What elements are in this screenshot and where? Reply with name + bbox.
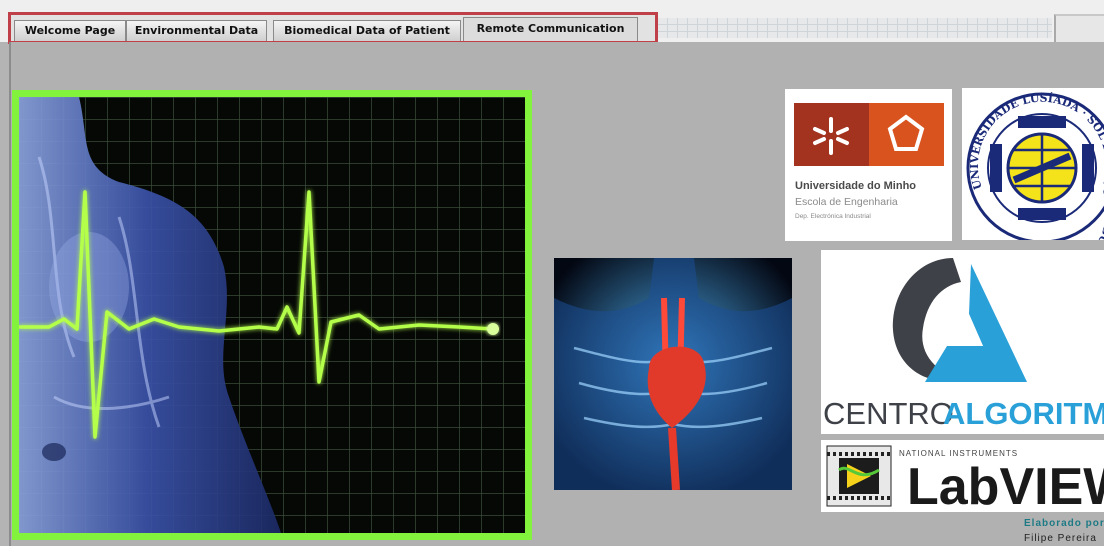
tab-strip-background: [657, 18, 1052, 38]
labview-wordmark: LabVIEW: [907, 458, 1104, 512]
centro-text-part1: CENTRO: [823, 396, 954, 431]
credit-label: Elaborado por:: [1024, 518, 1104, 529]
tab-remote-communication[interactable]: Remote Communication: [463, 17, 638, 41]
window-corner-control[interactable]: [1054, 14, 1104, 42]
lusiada-seal-logo: UNIVERSIDADE LUSÍADA · SOL LUCET OMNIBUS: [962, 88, 1104, 240]
centro-text-part2: ALGORITM: [943, 396, 1104, 431]
uminho-name: Universidade do Minho: [795, 180, 916, 192]
ecg-body-image: [12, 90, 532, 540]
labview-maker: NATIONAL INSTRUMENTS: [899, 449, 1018, 458]
heart-xray-image: [554, 258, 792, 490]
centro-algoritmi-logo: CENTRO ALGORITM: [821, 250, 1104, 434]
credit-author: Filipe Pereira: [1024, 533, 1097, 544]
uminho-dept: Dep. Electrónica Industrial: [795, 213, 871, 220]
uminho-logo: Universidade do Minho Escola de Engenhar…: [785, 89, 952, 241]
uminho-school: Escola de Engenharia: [795, 196, 898, 208]
labview-logo: NATIONAL INSTRUMENTS LabVIEW: [821, 440, 1104, 512]
tab-environmental-data[interactable]: Environmental Data: [126, 20, 267, 41]
tab-welcome-page[interactable]: Welcome Page: [14, 20, 126, 41]
tab-bar: Welcome Page Environmental Data Biomedic…: [8, 12, 658, 44]
tab-biomedical-data[interactable]: Biomedical Data of Patient: [273, 20, 461, 41]
